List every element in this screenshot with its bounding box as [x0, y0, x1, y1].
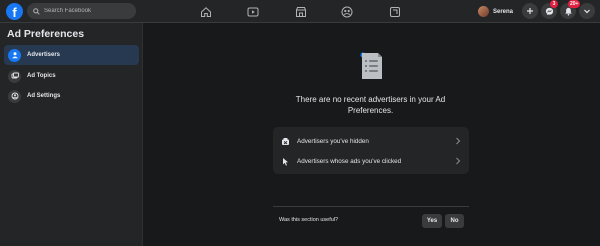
chevron-down-icon — [584, 9, 590, 14]
top-bar: f Serena 3 20+ — [0, 0, 600, 23]
cursor-icon — [281, 157, 290, 166]
advertisers-clicked-row[interactable]: Advertisers whose ads you've clicked — [273, 151, 469, 171]
document-list-icon — [360, 52, 382, 79]
avatar — [478, 6, 489, 17]
notifications-badge: 20+ — [568, 0, 581, 8]
advertisers-options-card: Advertisers you've hidden Advertisers wh… — [273, 127, 469, 174]
notifications-button[interactable]: 20+ — [560, 0, 581, 19]
messenger-badge: 3 — [550, 0, 558, 8]
advertisers-icon — [8, 48, 21, 62]
sidebar-item-advertisers[interactable]: Advertisers — [4, 45, 139, 65]
hidden-icon — [281, 137, 290, 146]
home-icon[interactable] — [199, 5, 212, 18]
search-box[interactable] — [27, 3, 136, 19]
search-icon — [33, 7, 40, 15]
card-row-label: Advertisers whose ads you've clicked — [297, 157, 402, 165]
watch-icon[interactable] — [246, 5, 259, 18]
card-row-label: Advertisers you've hidden — [297, 137, 369, 145]
ad-topics-icon — [8, 69, 21, 83]
ad-settings-icon — [8, 89, 21, 103]
profile-name: Serena — [493, 8, 514, 15]
no-button[interactable]: No — [445, 214, 464, 228]
sidebar-item-label: Ad Topics — [27, 73, 56, 79]
gaming-icon[interactable] — [388, 5, 401, 18]
create-button[interactable] — [522, 3, 538, 19]
sidebar-item-label: Advertisers — [27, 52, 61, 58]
sidebar: Ad Preferences Advertisers Ad Topics Ad … — [0, 23, 143, 246]
main-content: There are no recent advertisers in your … — [143, 23, 600, 246]
chevron-right-icon — [456, 137, 461, 145]
feedback-question: Was this section useful? — [279, 217, 339, 223]
empty-state-message: There are no recent advertisers in your … — [295, 95, 446, 115]
search-input[interactable] — [44, 8, 134, 14]
chevron-right-icon — [456, 157, 461, 165]
advertisers-hidden-row[interactable]: Advertisers you've hidden — [273, 131, 469, 151]
sidebar-item-ad-topics[interactable]: Ad Topics — [4, 66, 139, 86]
sidebar-item-label: Ad Settings — [27, 93, 61, 99]
plus-icon — [527, 8, 533, 14]
account-menu-button[interactable] — [579, 3, 595, 19]
divider — [273, 206, 469, 207]
messenger-button[interactable]: 3 — [541, 0, 558, 19]
sidebar-title: Ad Preferences — [7, 28, 85, 40]
yes-button[interactable]: Yes — [422, 214, 442, 228]
marketplace-icon[interactable] — [294, 5, 307, 18]
profile-button[interactable]: Serena — [478, 4, 517, 19]
sidebar-item-ad-settings[interactable]: Ad Settings — [4, 86, 139, 106]
groups-icon[interactable] — [340, 5, 353, 18]
facebook-logo[interactable]: f — [6, 3, 23, 20]
